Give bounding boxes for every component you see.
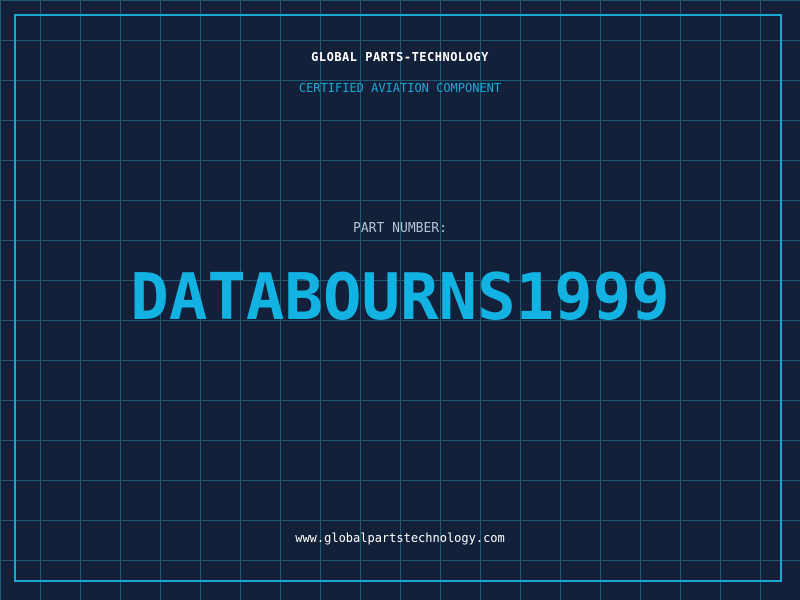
part-number-value: DATABOURNS1999 [130, 261, 670, 335]
certification-tagline: CERTIFIED AVIATION COMPONENT [298, 81, 502, 95]
part-label-card: GLOBAL PARTS-TECHNOLOGY CERTIFIED AVIATI… [0, 0, 800, 600]
website-url: www.globalpartstechnology.com [295, 531, 505, 545]
part-number-label: PART NUMBER: [353, 221, 447, 236]
company-name: GLOBAL PARTS-TECHNOLOGY [311, 50, 489, 64]
